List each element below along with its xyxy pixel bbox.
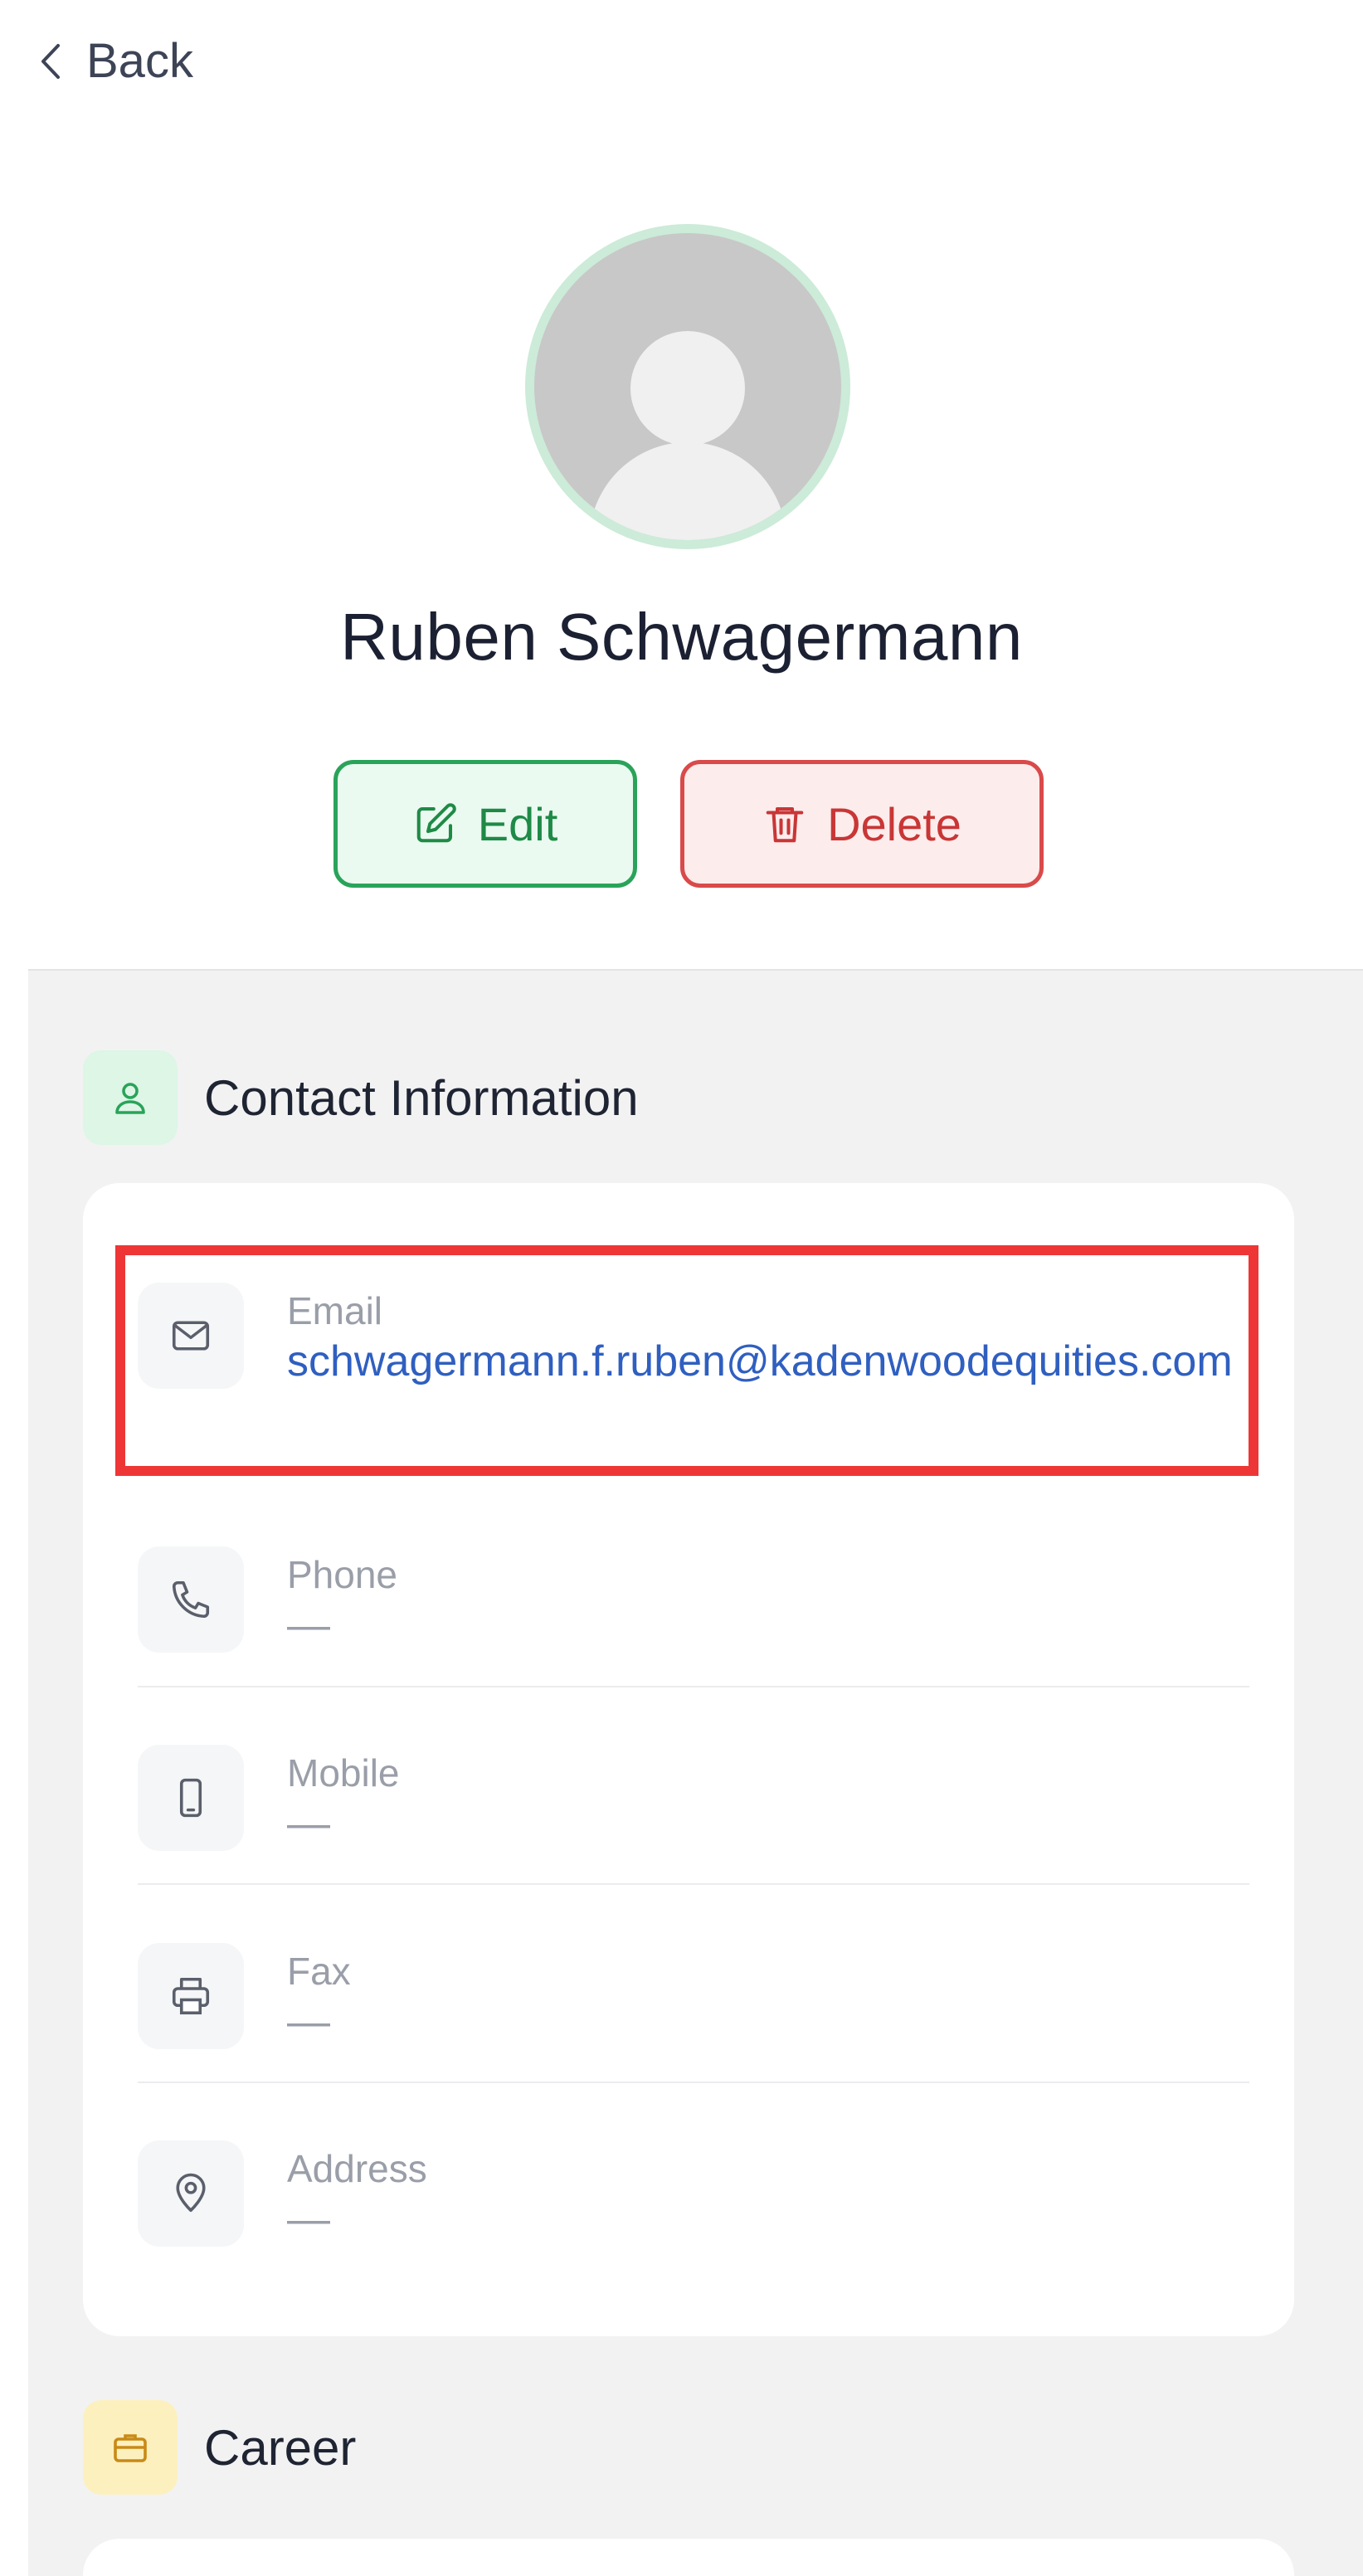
phone-icon [138,1546,244,1653]
address-label: Address [287,2147,427,2190]
contact-name: Ruben Schwagermann [340,600,1023,674]
fax-value: — [287,1998,330,2046]
back-button[interactable]: Back [37,33,193,89]
printer-icon [138,1943,244,2049]
user-icon [83,1050,178,1145]
email-highlight-box [115,1245,1258,1476]
row-divider [138,1883,1249,1885]
trash-icon [766,806,804,843]
contact-detail-page: Back Ruben Schwagermann Edit Delete Cont… [0,0,1363,2576]
career-card [83,2539,1294,2576]
career-section-header: Career [83,2400,356,2495]
address-value: — [287,2195,330,2243]
phone-value: — [287,1601,330,1649]
contact-section-title: Contact Information [204,1069,639,1126]
phone-label: Phone [287,1553,398,1596]
row-divider [138,2082,1249,2083]
avatar [525,224,850,549]
address-row: Address — [138,2140,1249,2247]
back-label: Back [86,34,193,88]
delete-label: Delete [827,797,961,850]
row-divider [138,1686,1249,1687]
edit-label: Edit [477,797,558,850]
fax-label: Fax [287,1950,351,1993]
edit-button[interactable]: Edit [333,760,637,888]
fax-row: Fax — [138,1943,1249,2049]
mobile-label: Mobile [287,1751,400,1794]
mobile-row: Mobile — [138,1745,1249,1851]
contact-section-header: Contact Information [83,1050,639,1145]
avatar-placeholder-icon [534,233,841,540]
career-section-title: Career [204,2419,357,2476]
map-pin-icon [138,2140,244,2247]
phone-row: Phone — [138,1546,1249,1653]
delete-button[interactable]: Delete [680,760,1044,888]
briefcase-icon [83,2400,178,2495]
chevron-left-icon [41,43,60,79]
edit-icon [416,803,456,843]
mobile-icon [138,1745,244,1851]
mobile-value: — [287,1799,330,1848]
